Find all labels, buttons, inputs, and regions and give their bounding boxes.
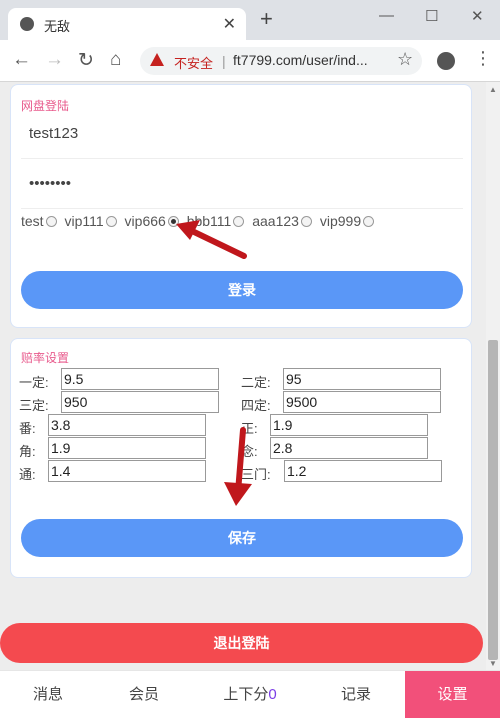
reload-icon[interactable]: ↻ <box>78 49 94 72</box>
maximize-icon[interactable]: ☐ <box>425 7 438 25</box>
more-menu-icon[interactable]: ⋮ <box>474 48 492 69</box>
radio-button[interactable] <box>300 216 312 227</box>
logout-button[interactable]: 退出登陆 <box>0 623 483 663</box>
fan-label: 番: <box>19 421 36 436</box>
account-radio-vip666[interactable]: vip666 <box>125 213 179 229</box>
close-tab-icon[interactable]: ✕ <box>223 14 236 34</box>
account-label: vip111 <box>64 213 104 229</box>
radio-button[interactable] <box>233 216 245 227</box>
erding-label: 二定: <box>241 375 271 390</box>
scroll-down-icon[interactable]: ▼ <box>489 659 497 668</box>
password-field[interactable]: •••••••• <box>21 161 463 209</box>
browser-toolbar: ← → ↻ ⌂ 不安全 | ft7799.com/user/ind... ☆ ⋮ <box>0 40 500 82</box>
browser-tab[interactable]: 无敌 ✕ <box>8 8 246 40</box>
username-value: test123 <box>29 125 79 142</box>
sanding-label: 三定: <box>19 398 49 413</box>
tong-label: 通: <box>19 467 36 482</box>
account-label: test <box>21 213 44 229</box>
minimize-icon[interactable]: — <box>379 7 394 24</box>
account-radio-aaa123[interactable]: aaa123 <box>252 213 312 229</box>
nav-credit[interactable]: 上下分0 <box>192 671 308 718</box>
odds-settings-card: 赔率设置 一定: 9.5 二定: 95 三定: 950 四定: 9500 番: … <box>10 338 472 578</box>
save-button[interactable]: 保存 <box>21 519 463 557</box>
account-radio-group: test vip111 vip666 bbb111 aaa123 vip999 <box>21 213 378 229</box>
fan-input[interactable]: 3.8 <box>48 414 206 436</box>
siding-label: 四定: <box>241 398 271 413</box>
sanding-input[interactable]: 950 <box>61 391 219 413</box>
account-label: bbb111 <box>186 213 232 229</box>
radio-button[interactable] <box>363 216 375 227</box>
window-close-icon[interactable]: ✕ <box>471 7 484 25</box>
account-label: aaa123 <box>252 213 299 229</box>
odds-card-title: 赔率设置 <box>21 351 70 365</box>
page-scrollbar[interactable]: ▲ ▼ <box>486 82 500 670</box>
nav-members[interactable]: 会员 <box>96 671 192 718</box>
globe-icon <box>20 17 34 31</box>
username-field[interactable]: test123 <box>21 111 463 159</box>
radio-button[interactable] <box>105 216 117 227</box>
yiding-input[interactable]: 9.5 <box>61 368 219 390</box>
password-value: •••••••• <box>29 175 72 192</box>
home-icon[interactable]: ⌂ <box>110 49 121 71</box>
account-radio-test[interactable]: test <box>21 213 57 229</box>
nav-messages[interactable]: 消息 <box>0 671 96 718</box>
account-radio-bbb111[interactable]: bbb111 <box>187 213 245 229</box>
siding-input[interactable]: 9500 <box>283 391 441 413</box>
jiao-input[interactable]: 1.9 <box>48 437 206 459</box>
forward-icon[interactable]: → <box>45 49 64 71</box>
security-label: 不安全 <box>174 56 214 71</box>
url-text[interactable]: ft7799.com/user/ind... <box>233 52 368 68</box>
nian-input[interactable]: 2.8 <box>270 437 428 459</box>
page-content: 网盘登陆 test123 •••••••• test vip111 vip666… <box>0 82 486 670</box>
omnibox-divider: | <box>222 53 226 69</box>
zheng-label: 正: <box>241 421 258 436</box>
sanmen-input[interactable]: 1.2 <box>284 460 442 482</box>
nav-settings[interactable]: 设置 <box>405 671 500 718</box>
nav-credit-label: 上下分 <box>223 686 269 703</box>
tong-input[interactable]: 1.4 <box>48 460 206 482</box>
scroll-up-icon[interactable]: ▲ <box>489 85 497 94</box>
profile-avatar-icon[interactable] <box>437 52 455 70</box>
jiao-label: 角: <box>19 444 36 459</box>
bottom-nav: 消息 会员 上下分0 记录 设置 <box>0 670 500 718</box>
nian-label: 念: <box>241 444 258 459</box>
account-radio-vip111[interactable]: vip111 <box>64 213 117 229</box>
nav-records[interactable]: 记录 <box>308 671 404 718</box>
account-radio-vip999[interactable]: vip999 <box>319 213 375 229</box>
warning-icon <box>150 53 164 66</box>
login-button[interactable]: 登录 <box>21 271 463 309</box>
tab-title: 无敌 <box>44 19 71 34</box>
login-card: 网盘登陆 test123 •••••••• test vip111 vip666… <box>10 84 472 328</box>
scroll-thumb[interactable] <box>488 340 498 660</box>
new-tab-button[interactable]: + <box>260 8 273 30</box>
account-label: vip666 <box>124 213 166 229</box>
account-label: vip999 <box>319 213 362 229</box>
address-bar[interactable]: 不安全 | ft7799.com/user/ind... <box>140 47 422 75</box>
nav-credit-count: 0 <box>268 686 277 703</box>
yiding-label: 一定: <box>19 375 49 390</box>
radio-button[interactable] <box>45 216 57 227</box>
radio-button-checked[interactable] <box>167 216 179 227</box>
bookmark-star-icon[interactable]: ☆ <box>397 49 413 70</box>
back-icon[interactable]: ← <box>12 49 31 71</box>
zheng-input[interactable]: 1.9 <box>270 414 428 436</box>
erding-input[interactable]: 95 <box>283 368 441 390</box>
sanmen-label: 三门: <box>241 467 271 482</box>
browser-tab-bar: 无敌 ✕ + — ☐ ✕ <box>0 0 500 40</box>
